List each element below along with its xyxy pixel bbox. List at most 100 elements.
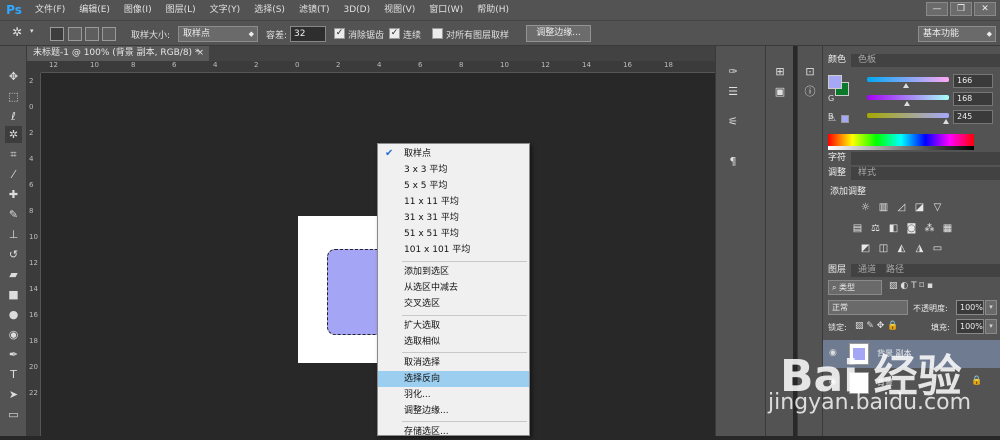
navigator-icon[interactable]: ⊡ [801, 64, 819, 80]
close-button[interactable]: ✕ [974, 2, 996, 16]
actions-icon[interactable]: ▣ [771, 84, 789, 100]
tab-adjustments[interactable]: 调整 [823, 167, 852, 180]
red-slider[interactable] [867, 77, 949, 82]
healing-brush-tool-icon[interactable]: ✚ [5, 186, 22, 203]
menu-window[interactable]: 窗口(W) [422, 0, 470, 20]
menu-item-grow[interactable]: 扩大选取 [378, 318, 529, 334]
red-value[interactable]: 166 [953, 74, 993, 88]
eraser-tool-icon[interactable]: ▰ [5, 266, 22, 283]
move-tool-icon[interactable]: ✥ [5, 68, 22, 85]
exposure-icon[interactable]: ◪ [913, 201, 926, 214]
green-value[interactable]: 168 [953, 92, 993, 106]
minimize-button[interactable]: — [926, 2, 948, 16]
path-selection-tool-icon[interactable]: ➤ [5, 386, 22, 403]
dodge-tool-icon[interactable]: ◉ [5, 326, 22, 343]
subtract-selection-icon[interactable] [85, 27, 99, 41]
brush-settings-icon[interactable]: ☰ [724, 84, 742, 100]
blue-slider-thumb[interactable] [943, 119, 949, 124]
magic-wand-icon[interactable]: ✲ [12, 25, 22, 39]
tab-paths[interactable]: 路径 [881, 264, 909, 277]
pen-tool-icon[interactable]: ✒ [5, 346, 22, 363]
menu-item-similar[interactable]: 选取相似 [378, 334, 529, 350]
menu-item-refine-edge[interactable]: 调整边缘... [378, 403, 529, 419]
layer-filter-icons[interactable]: ▨ ◐ T ⌑ ▪ [889, 281, 933, 291]
tab-swatches[interactable]: 色板 [853, 54, 881, 67]
menu-item-intersect-selection[interactable]: 交叉选区 [378, 296, 529, 312]
curves-icon[interactable]: ◿ [895, 201, 908, 214]
blur-tool-icon[interactable]: ● [5, 306, 22, 323]
opacity-input[interactable]: 100% [956, 300, 984, 315]
crop-tool-icon[interactable]: ⌗ [5, 146, 22, 163]
menu-filter[interactable]: 滤镜(T) [292, 0, 337, 20]
restore-button[interactable]: ❐ [950, 2, 972, 16]
menu-layer[interactable]: 图层(L) [159, 0, 203, 20]
workspace-dropdown[interactable]: 基本功能 ◆ [918, 26, 996, 42]
menu-file[interactable]: 文件(F) [28, 0, 72, 20]
photo-filter-icon[interactable]: ◙ [905, 222, 918, 235]
gradient-map-icon[interactable]: ▭ [931, 242, 944, 255]
menu-item-point-sample[interactable]: ✔ 取样点 [378, 146, 529, 162]
sample-size-dropdown[interactable]: 取样点 ◆ [178, 26, 258, 42]
shape-tool-icon[interactable]: ▭ [5, 406, 22, 423]
tab-layers[interactable]: 图层 [823, 264, 852, 277]
green-slider[interactable] [867, 95, 949, 100]
menu-edit[interactable]: 编辑(E) [72, 0, 117, 20]
menu-item-3x3-average[interactable]: 3 x 3 平均 [378, 162, 529, 178]
gradient-tool-icon[interactable]: ■ [5, 286, 22, 303]
document-canvas[interactable] [298, 216, 388, 363]
menu-item-51x51-average[interactable]: 51 x 51 平均 [378, 226, 529, 242]
tab-styles[interactable]: 样式 [853, 167, 881, 180]
layer-filter-dropdown[interactable]: ⌕ 类型 [828, 280, 882, 295]
blend-mode-dropdown[interactable]: 正常 [828, 300, 908, 315]
clone-stamp-tool-icon[interactable]: ⊥ [5, 226, 22, 243]
tool-preset-chevron-icon[interactable]: ▾ [30, 27, 34, 35]
menu-item-save-selection[interactable]: 存储选区... [378, 424, 529, 440]
color-ramp[interactable] [828, 134, 974, 146]
tab-channels[interactable]: 通道 [853, 264, 881, 277]
tolerance-input[interactable]: 32 [290, 26, 326, 42]
tab-color[interactable]: 颜色 [823, 54, 852, 67]
color-balance-icon[interactable]: ⚖ [869, 222, 882, 235]
lasso-tool-icon[interactable]: ℓ [5, 108, 22, 125]
history-icon[interactable]: ⊞ [771, 64, 789, 80]
hue-saturation-icon[interactable]: ▤ [851, 222, 864, 235]
magic-wand-tool-icon[interactable]: ✲ [5, 126, 22, 143]
blue-slider[interactable] [867, 113, 949, 118]
document-tab[interactable]: 未标题-1 @ 100% (背景 副本, RGB/8) * × [27, 46, 209, 61]
info-icon[interactable]: ⓘ [801, 84, 819, 100]
invert-icon[interactable]: ◩ [859, 242, 872, 255]
history-brush-tool-icon[interactable]: ↺ [5, 246, 22, 263]
menu-item-deselect[interactable]: 取消选择 [378, 355, 529, 371]
blue-value[interactable]: 245 [953, 110, 993, 124]
new-selection-icon[interactable] [50, 27, 64, 41]
menu-image[interactable]: 图像(I) [117, 0, 159, 20]
contiguous-checkbox[interactable]: ✓ [389, 28, 400, 39]
type-tool-icon[interactable]: T [5, 366, 22, 383]
menu-item-subtract-from-selection[interactable]: 从选区中减去 [378, 280, 529, 296]
eyedropper-tool-icon[interactable]: ⁄ [5, 166, 22, 183]
menu-type[interactable]: 文字(Y) [203, 0, 248, 20]
levels-icon[interactable]: ▥ [877, 201, 890, 214]
marquee-tool-icon[interactable]: ⬚ [5, 88, 22, 105]
color-lookup-icon[interactable]: ▦ [941, 222, 954, 235]
vibrance-icon[interactable]: ▽ [931, 201, 944, 214]
green-slider-thumb[interactable] [904, 101, 910, 106]
fill-input[interactable]: 100% [956, 319, 984, 334]
fill-chevron-icon[interactable]: ▾ [985, 319, 997, 334]
menu-select[interactable]: 选择(S) [247, 0, 292, 20]
selective-color-icon[interactable]: ◮ [913, 242, 926, 255]
menu-item-feather[interactable]: 羽化... [378, 387, 529, 403]
refine-edge-button[interactable]: 调整边缘... [526, 25, 591, 42]
threshold-icon[interactable]: ◭ [895, 242, 908, 255]
menu-item-add-to-selection[interactable]: 添加到选区 [378, 264, 529, 280]
menu-help[interactable]: 帮助(H) [470, 0, 516, 20]
red-slider-thumb[interactable] [903, 83, 909, 88]
menu-item-inverse[interactable]: 选择反向 [378, 371, 529, 387]
all-layers-checkbox[interactable] [432, 28, 443, 39]
color-ramp-gray[interactable] [828, 146, 974, 150]
menu-item-31x31-average[interactable]: 31 x 31 平均 [378, 210, 529, 226]
menu-3d[interactable]: 3D(D) [336, 0, 377, 20]
foreground-color-swatch[interactable] [828, 75, 842, 89]
brush-presets-icon[interactable]: ✑ [724, 64, 742, 80]
channel-mixer-icon[interactable]: ⁂ [923, 222, 936, 235]
